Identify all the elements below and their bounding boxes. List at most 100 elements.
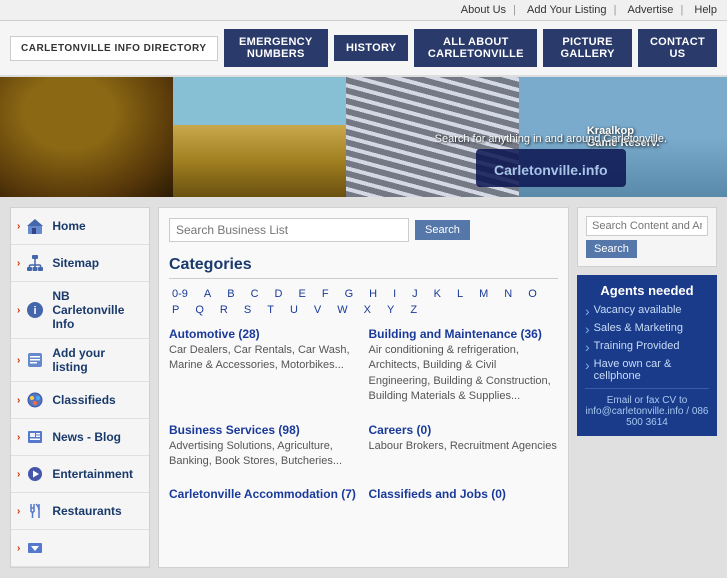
about-us-link[interactable]: About Us [461,4,506,16]
banner-overlay: Search for anything in and around Carlet… [435,133,667,187]
categories-grid: Automotive (28)Car Dealers, Car Rentals,… [169,327,558,511]
search-row: Search [169,218,558,242]
banner-photo-antelope [173,77,346,197]
bullet-icon: › [585,304,590,318]
category-desc: Advertising Solutions, Agriculture, Bank… [169,439,359,470]
add-listing-link[interactable]: Add Your Listing [527,4,607,16]
banner: KraalkopGame Reserv. Search for anything… [0,77,727,197]
alpha-nav-item[interactable]: K [431,287,444,301]
alpha-nav-item[interactable]: P [169,303,182,317]
alpha-nav-item[interactable]: N [501,287,515,301]
sidebar-label-classifieds: Classifieds [52,393,115,407]
agents-item: ›Have own car & cellphone [585,358,709,382]
contact-us-button[interactable]: CONTACT US [638,29,717,67]
alpha-nav-item[interactable]: Y [384,303,397,317]
chevron-right-icon: › [17,543,20,554]
info-icon: i [24,299,46,321]
sidebar-item-classifieds[interactable]: › Classifieds [11,382,149,419]
agents-item-text: Training Provided [594,340,680,352]
category-item: Building and Maintenance (36) Air conditi… [369,327,559,405]
category-desc: Labour Brokers, Recruitment Agencies [369,439,559,454]
sidebar-item-home[interactable]: › Home [11,208,149,245]
alpha-nav-item[interactable]: 0-9 [169,287,191,301]
category-item: Careers (0) Labour Brokers, Recruitment A… [369,423,559,470]
category-name[interactable]: Carletonville Accommodation (7) [169,487,359,501]
alpha-nav-item[interactable]: Q [192,303,207,317]
chevron-right-icon: › [17,506,20,517]
category-item: Automotive (28)Car Dealers, Car Rentals,… [169,327,359,405]
sidebar-item-nb-info[interactable]: › i NB Carletonville Info [11,282,149,339]
category-name[interactable]: Classifieds and Jobs (0) [369,487,559,501]
sidebar-item-sitemap[interactable]: › Sitemap [11,245,149,282]
alpha-nav-item[interactable]: A [201,287,214,301]
sidebar-item-bottom[interactable]: › [11,530,149,567]
alpha-nav-item[interactable]: F [319,287,332,301]
category-name[interactable]: Automotive (28) [169,327,359,341]
alpha-nav-item[interactable]: L [454,287,466,301]
search-button[interactable]: Search [415,220,470,240]
category-item: Carletonville Accommodation (7) [169,487,359,503]
advertise-link[interactable]: Advertise [628,4,674,16]
agents-item-text: Vacancy available [594,304,682,316]
category-item: Classifieds and Jobs (0) [369,487,559,503]
sidebar-label-news: News - Blog [52,430,121,444]
alpha-nav-item[interactable]: S [241,303,254,317]
bullet-icon: › [585,322,590,336]
chevron-right-icon: › [17,432,20,443]
sidebar-item-restaurants[interactable]: › Restaurants [11,493,149,530]
alpha-nav-item[interactable]: W [334,303,350,317]
emergency-numbers-button[interactable]: EMERGENCY NUMBERS [224,29,329,67]
all-about-button[interactable]: ALL ABOUT CARLETONVILLE [414,29,537,67]
entertainment-icon [24,463,46,485]
alpha-nav-item[interactable]: H [366,287,380,301]
alpha-nav-item[interactable]: T [264,303,277,317]
agents-contact: Email or fax CV to info@carletonville.in… [585,395,709,428]
sidebar-label-sitemap: Sitemap [52,256,99,270]
category-name[interactable]: Business Services (98) [169,423,359,437]
alpha-nav-item[interactable]: D [272,287,286,301]
sidebar: › Home › Sitemap › i NB Carletonville In… [10,207,150,568]
alpha-nav-item[interactable]: M [476,287,491,301]
home-icon [24,215,46,237]
alpha-nav-item[interactable]: B [224,287,237,301]
help-link[interactable]: Help [694,4,717,16]
alpha-nav-item[interactable]: C [248,287,262,301]
chevron-right-icon: › [17,469,20,480]
category-name[interactable]: Building and Maintenance (36) [369,327,559,341]
search-input[interactable] [169,218,409,242]
picture-gallery-button[interactable]: PICTURE GALLERY [543,29,632,67]
agents-title: Agents needed [585,283,709,298]
sitemap-icon [24,252,46,274]
right-search-button[interactable]: Search [586,240,637,258]
sidebar-item-entertainment[interactable]: › Entertainment [11,456,149,493]
category-desc: Air conditioning & refrigeration, Archit… [369,343,559,405]
sidebar-item-add-listing[interactable]: › Add your listing [11,339,149,382]
alpha-nav-item[interactable]: E [296,287,309,301]
sidebar-label-entertainment: Entertainment [52,467,133,481]
alpha-nav-item[interactable]: Z [407,303,420,317]
alpha-nav-item[interactable]: J [409,287,421,301]
sidebar-item-news[interactable]: › News - Blog [11,419,149,456]
sidebar-label-restaurants: Restaurants [52,504,121,518]
alpha-nav-item[interactable]: V [311,303,324,317]
chevron-right-icon: › [17,305,20,316]
alpha-nav-item[interactable]: X [361,303,374,317]
sidebar-label-add-listing: Add your listing [52,346,143,374]
sidebar-label-nb-info: NB Carletonville Info [52,289,143,331]
main-content: Search Categories 0-9 A B C D E F G H I … [158,207,569,568]
alpha-nav-item[interactable]: G [342,287,357,301]
alpha-nav-item[interactable]: I [390,287,399,301]
alpha-nav-item[interactable]: R [217,303,231,317]
right-search-input[interactable] [586,216,708,236]
history-button[interactable]: HISTORY [334,35,408,61]
classifieds-icon [24,389,46,411]
bullet-icon: › [585,358,590,372]
bullet-icon: › [585,340,590,354]
site-logo[interactable]: CARLETONVILLE INFO DIRECTORY [10,36,218,61]
category-name[interactable]: Careers (0) [369,423,559,437]
restaurants-icon [24,500,46,522]
alpha-nav-item[interactable]: U [287,303,301,317]
agents-item: › Vacancy available [585,304,709,318]
sidebar-label-home: Home [52,219,85,233]
alpha-nav-item[interactable]: O [525,287,540,301]
